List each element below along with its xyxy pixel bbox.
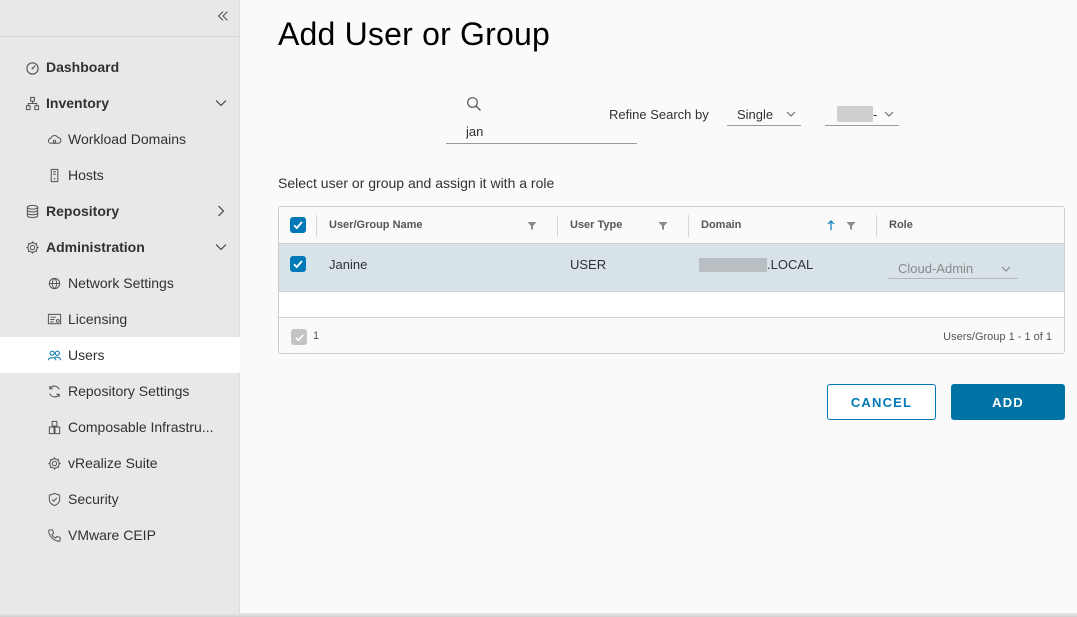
- double-chevron-left-icon[interactable]: [214, 9, 232, 27]
- sidebar-item-label: Inventory: [46, 95, 110, 111]
- add-button[interactable]: ADD: [951, 384, 1065, 420]
- role-select[interactable]: Cloud-Admin: [888, 257, 1018, 279]
- sidebar-item-label: Repository Settings: [68, 383, 190, 399]
- sidebar-item-label: VMware CEIP: [68, 527, 156, 543]
- dashboard-icon: [24, 59, 40, 75]
- cancel-button[interactable]: CANCEL: [827, 384, 936, 420]
- sidebar: Dashboard Inventory Workload Domains Hos…: [0, 0, 240, 617]
- cell-user-type: USER: [570, 257, 607, 272]
- sidebar-divider: [0, 36, 240, 37]
- sidebar-item-repository-settings[interactable]: Repository Settings: [0, 373, 240, 409]
- database-icon: [24, 203, 40, 219]
- column-header-name[interactable]: User/Group Name: [329, 219, 423, 231]
- chevron-down-icon[interactable]: [214, 96, 228, 110]
- chevron-right-icon[interactable]: [214, 204, 228, 218]
- column-separator: [316, 215, 317, 237]
- sidebar-item-label: Administration: [46, 239, 145, 255]
- refine-search-label: Refine Search by: [609, 107, 709, 122]
- column-separator: [557, 215, 558, 237]
- sidebar-item-vrealize-suite[interactable]: vRealize Suite: [0, 445, 240, 481]
- sidebar-item-network-settings[interactable]: Network Settings: [0, 265, 240, 301]
- filter-icon[interactable]: [658, 221, 668, 231]
- sort-ascending-icon[interactable]: [826, 219, 836, 231]
- sidebar-item-vmware-ceip[interactable]: VMware CEIP: [0, 517, 240, 553]
- sidebar-item-administration[interactable]: Administration: [0, 229, 240, 265]
- sidebar-item-label: Licensing: [68, 311, 128, 327]
- filter-icon[interactable]: [846, 221, 856, 231]
- sidebar-item-security[interactable]: Security: [0, 481, 240, 517]
- cell-user-name: Janine: [329, 257, 368, 272]
- column-separator: [876, 215, 877, 237]
- selected-count: 1: [313, 330, 320, 342]
- sidebar-item-workload-domains[interactable]: Workload Domains: [0, 121, 240, 157]
- host-icon: [46, 167, 62, 183]
- sidebar-item-composable-infrastructure[interactable]: Composable Infrastru...: [0, 409, 240, 445]
- gear-icon: [46, 455, 62, 471]
- gear-icon: [24, 239, 40, 255]
- sidebar-item-label: Users: [68, 347, 105, 363]
- datagrid-header: User/Group Name User Type Domain Role: [279, 207, 1064, 244]
- selected-count-checkbox: [291, 329, 307, 345]
- select-all-checkbox[interactable]: [290, 217, 306, 233]
- sidebar-nav: Dashboard Inventory Workload Domains Hos…: [0, 49, 240, 553]
- inventory-icon: [24, 95, 40, 111]
- sidebar-item-label: Workload Domains: [68, 131, 187, 147]
- phone-icon: [46, 527, 62, 543]
- redacted-domain: [699, 258, 767, 272]
- checkmark-icon: [293, 221, 303, 230]
- redacted-domain: [837, 106, 873, 122]
- sidebar-item-label: Dashboard: [46, 59, 120, 75]
- users-datagrid: User/Group Name User Type Domain Role Ja…: [278, 206, 1065, 354]
- chevron-down-icon[interactable]: [214, 240, 228, 254]
- network-icon: [46, 275, 62, 291]
- composable-icon: [46, 419, 62, 435]
- cell-domain: .LOCAL: [767, 257, 814, 272]
- sidebar-item-hosts[interactable]: Hosts: [0, 157, 240, 193]
- page-title: Add User or Group: [278, 16, 550, 52]
- sidebar-item-licensing[interactable]: Licensing: [0, 301, 240, 337]
- column-header-domain[interactable]: Domain: [701, 219, 741, 231]
- column-separator: [688, 215, 689, 237]
- sidebar-item-label: Repository: [46, 203, 120, 219]
- column-header-type[interactable]: User Type: [570, 219, 622, 231]
- cloud-icon: [46, 131, 62, 147]
- row-checkbox[interactable]: [290, 256, 306, 272]
- refine-mode-value: Single: [737, 107, 774, 122]
- search-input[interactable]: [466, 122, 626, 140]
- table-row[interactable]: Janine USER .LOCAL Cloud-Admin: [279, 244, 1064, 292]
- instruction-text: Select user or group and assign it with …: [278, 175, 555, 191]
- chevron-down-icon: [786, 111, 796, 117]
- filter-icon[interactable]: [527, 221, 537, 231]
- refine-mode-select[interactable]: Single: [727, 104, 801, 126]
- sidebar-item-label: Composable Infrastru...: [68, 419, 214, 435]
- sidebar-item-label: Hosts: [68, 167, 104, 183]
- sidebar-item-label: Network Settings: [68, 275, 174, 291]
- users-icon: [46, 347, 62, 363]
- license-icon: [46, 311, 62, 327]
- sidebar-item-label: Security: [68, 491, 119, 507]
- sidebar-item-dashboard[interactable]: Dashboard: [0, 49, 240, 85]
- chevron-down-icon: [884, 111, 894, 117]
- window-bottom-edge: [0, 613, 1077, 617]
- domain-select[interactable]: -: [825, 104, 899, 126]
- datagrid-empty-row: [279, 293, 1064, 318]
- shield-icon: [46, 491, 62, 507]
- sidebar-item-label: vRealize Suite: [68, 455, 158, 471]
- column-header-role[interactable]: Role: [889, 219, 913, 231]
- pagination-text: Users/Group 1 - 1 of 1: [943, 331, 1052, 343]
- checkmark-icon: [293, 260, 303, 269]
- domain-select-value: -: [873, 107, 878, 122]
- sync-icon: [46, 383, 62, 399]
- main-content: Add User or Group Refine Search by Singl…: [240, 0, 1077, 617]
- datagrid-footer: 1 Users/Group 1 - 1 of 1: [279, 319, 1064, 353]
- checkmark-icon: [294, 333, 304, 341]
- sidebar-item-inventory[interactable]: Inventory: [0, 85, 240, 121]
- sidebar-item-users[interactable]: Users: [0, 337, 240, 373]
- role-select-value: Cloud-Admin: [898, 261, 974, 276]
- chevron-down-icon: [1001, 266, 1011, 272]
- search-icon: [467, 97, 481, 111]
- sidebar-item-repository[interactable]: Repository: [0, 193, 240, 229]
